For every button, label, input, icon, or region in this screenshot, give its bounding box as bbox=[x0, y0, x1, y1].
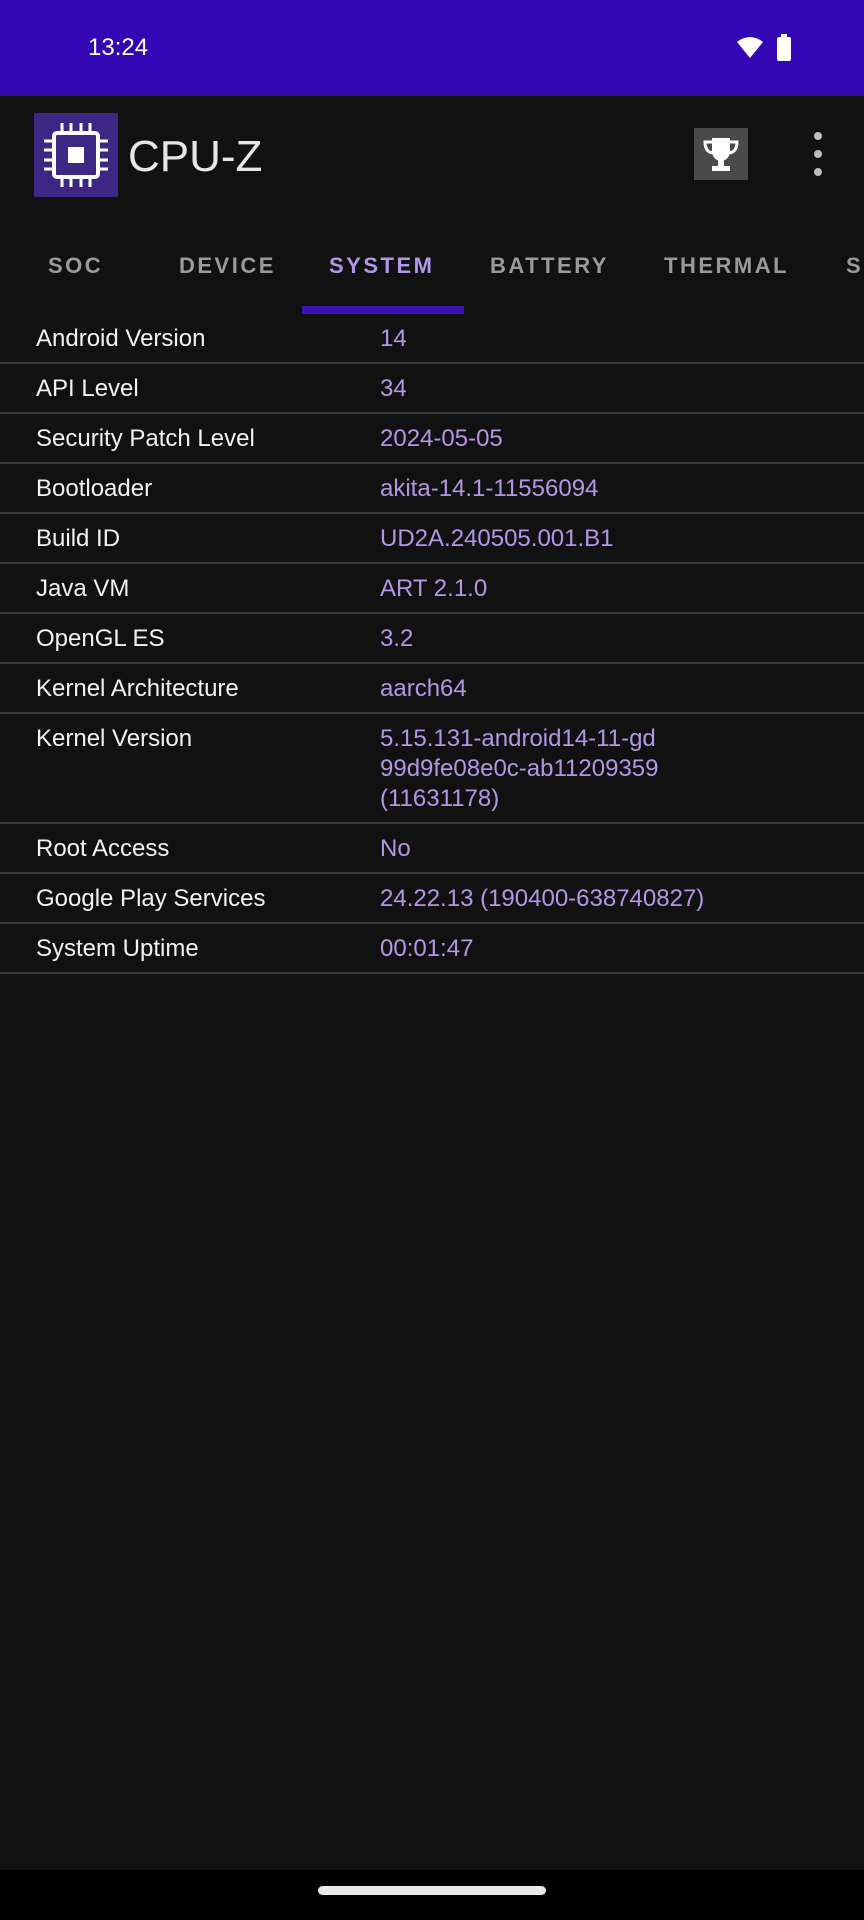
info-row: Java VM ART 2.1.0 bbox=[0, 564, 864, 614]
info-value-line: 5.15.131-android14-11-gd bbox=[380, 725, 656, 752]
app-bar: CPU-Z bbox=[0, 96, 864, 214]
info-label: Android Version bbox=[36, 325, 206, 352]
tab-sensors[interactable]: S bbox=[846, 252, 863, 280]
tab-battery[interactable]: BATTERY bbox=[490, 252, 609, 280]
info-value: aarch64 bbox=[380, 674, 467, 704]
status-time: 13:24 bbox=[88, 34, 149, 61]
home-handle[interactable] bbox=[318, 1886, 546, 1895]
info-row: Android Version 14 bbox=[0, 314, 864, 364]
info-label: Kernel Architecture bbox=[36, 675, 239, 702]
system-info-list: Android Version 14 API Level 34 Security Pat… bbox=[0, 314, 864, 974]
info-label: Kernel Version bbox=[36, 725, 193, 752]
battery-icon bbox=[775, 34, 793, 67]
info-value-line: ART 2.1.0 bbox=[380, 575, 488, 602]
info-value-line: 2024-05-05 bbox=[380, 425, 503, 452]
info-value-line: 00:01:47 bbox=[380, 935, 474, 962]
info-value: 2024-05-05 bbox=[380, 424, 503, 454]
info-value: 3.2 bbox=[380, 624, 413, 654]
info-value: akita-14.1-11556094 bbox=[380, 474, 598, 504]
info-label: Root Access bbox=[36, 835, 170, 862]
info-row: Root Access No bbox=[0, 824, 864, 874]
tab-indicator bbox=[302, 306, 464, 314]
info-row: Build ID UD2A.240505.001.B1 bbox=[0, 514, 864, 564]
info-value: UD2A.240505.001.B1 bbox=[380, 524, 614, 554]
info-value-line: aarch64 bbox=[380, 675, 467, 702]
tab-device[interactable]: DEVICE bbox=[179, 252, 276, 280]
info-row: Kernel Version 5.15.131-android14-11-gd 99… bbox=[0, 714, 864, 824]
info-value: 00:01:47 bbox=[380, 934, 473, 964]
info-row: OpenGL ES 3.2 bbox=[0, 614, 864, 664]
info-row: Google Play Services 24.22.13 (190400-638… bbox=[0, 874, 864, 924]
info-value: 24.22.13 (190400-638740827) bbox=[380, 884, 704, 914]
info-label: Bootloader bbox=[36, 475, 153, 502]
info-row: API Level 34 bbox=[0, 364, 864, 414]
wifi-icon bbox=[736, 34, 764, 65]
info-value: 34 bbox=[380, 374, 407, 404]
info-label: Google Play Services bbox=[36, 885, 266, 912]
info-value: No bbox=[380, 834, 411, 864]
tab-thermal[interactable]: THERMAL bbox=[664, 252, 789, 280]
info-label: Security Patch Level bbox=[36, 425, 255, 452]
info-row: Bootloader akita-14.1-11556094 bbox=[0, 464, 864, 514]
trophy-button[interactable] bbox=[694, 128, 748, 180]
info-value-line: 24.22.13 (190400-638740827) bbox=[380, 885, 705, 912]
info-row: System Uptime 00:01:47 bbox=[0, 924, 864, 974]
trophy-icon bbox=[703, 138, 739, 171]
info-row: Kernel Architecture aarch64 bbox=[0, 664, 864, 714]
cpu-chip-icon bbox=[34, 113, 118, 197]
info-value-line: No bbox=[380, 835, 411, 862]
info-value: 5.15.131-android14-11-gd 99d9fe08e0c-ab11… bbox=[380, 724, 658, 814]
tab-system[interactable]: SYSTEM bbox=[329, 252, 434, 280]
screen: 13:24 CPU-Z SOC DEVICE SYSTEM BATTERY TH… bbox=[0, 0, 864, 1920]
info-value-line: 3.2 bbox=[380, 625, 414, 652]
tab-bar: SOC DEVICE SYSTEM BATTERY THERMAL S bbox=[0, 214, 864, 314]
more-vert-icon[interactable] bbox=[806, 132, 830, 176]
menu-dot bbox=[814, 132, 822, 140]
info-label: API Level bbox=[36, 375, 139, 402]
info-label: OpenGL ES bbox=[36, 625, 165, 652]
menu-dot bbox=[814, 150, 822, 158]
info-label: Build ID bbox=[36, 525, 121, 552]
info-value-line: 34 bbox=[380, 375, 407, 402]
navigation-bar bbox=[0, 1870, 864, 1920]
info-row: Security Patch Level 2024-05-05 bbox=[0, 414, 864, 464]
tab-soc[interactable]: SOC bbox=[48, 252, 103, 280]
menu-dot bbox=[814, 168, 822, 176]
info-value-line: 14 bbox=[380, 325, 407, 352]
info-value-line: (11631178) bbox=[380, 785, 500, 812]
info-value-line: UD2A.240505.001.B1 bbox=[380, 525, 614, 552]
info-value-line: 99d9fe08e0c-ab11209359 bbox=[380, 755, 659, 782]
info-value-line: akita-14.1-11556094 bbox=[380, 475, 599, 502]
info-value: ART 2.1.0 bbox=[380, 574, 487, 604]
info-label: System Uptime bbox=[36, 935, 199, 962]
app-title: CPU-Z bbox=[128, 132, 263, 181]
status-bar: 13:24 bbox=[0, 0, 864, 96]
info-label: Java VM bbox=[36, 575, 130, 602]
info-value: 14 bbox=[380, 324, 407, 354]
